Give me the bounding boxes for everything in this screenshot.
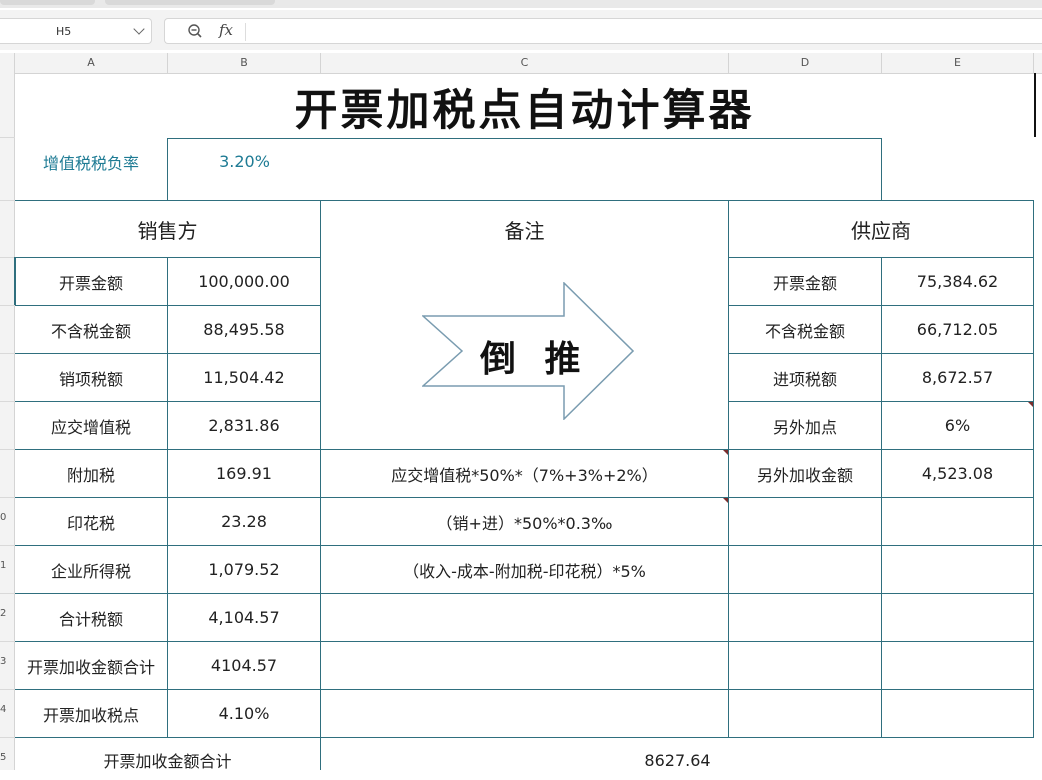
row-header[interactable]: 4 <box>0 704 15 715</box>
row-header[interactable]: 0 <box>0 512 15 523</box>
grid-line <box>881 138 882 200</box>
row-divider <box>0 497 15 498</box>
seller-label-stamp-duty[interactable]: 印花税 <box>15 498 167 545</box>
supplier-label-invoice-amount[interactable]: 开票金额 <box>729 258 881 305</box>
supplier-label-pretax-amount[interactable]: 不含税金额 <box>729 306 881 353</box>
seller-label-total-tax[interactable]: 合计税额 <box>15 594 167 641</box>
remarks-header[interactable]: 备注 <box>321 201 728 257</box>
column-header-b[interactable]: B <box>168 53 321 73</box>
seller-label-output-tax[interactable]: 销项税额 <box>15 354 167 401</box>
footer-total-value[interactable]: 8627.64 <box>321 740 1034 780</box>
seller-value-invoice-amount[interactable]: 100,000.00 <box>168 258 320 305</box>
column-header-a[interactable]: A <box>15 53 168 73</box>
column-header-row: A B C D E <box>0 53 1042 74</box>
tab-stub-1[interactable] <box>0 0 95 5</box>
supplier-value-invoice-amount[interactable]: 75,384.62 <box>882 258 1033 305</box>
column-header-d[interactable]: D <box>729 53 882 73</box>
seller-label-invoice-amount[interactable]: 开票金额 <box>15 258 167 305</box>
formula-separator <box>245 23 246 41</box>
supplier-value-input-tax[interactable]: 8,672.57 <box>882 354 1033 401</box>
supplier-label-extra-amount[interactable]: 另外加收金额 <box>729 450 881 497</box>
formula-bar: H5 fx <box>0 10 1042 50</box>
comment-indicator[interactable] <box>723 498 728 503</box>
seller-header[interactable]: 销售方 <box>15 201 320 257</box>
name-box[interactable]: H5 <box>0 18 152 44</box>
seller-value-surcharge[interactable]: 169.91 <box>168 450 320 497</box>
row-divider <box>0 137 15 138</box>
seller-value-stamp-duty[interactable]: 23.28 <box>168 498 320 545</box>
seller-value-extra-rate[interactable]: 4.10% <box>168 690 320 737</box>
seller-value-extra-total[interactable]: 4104.57 <box>168 642 320 689</box>
row-divider <box>0 449 15 450</box>
row-header[interactable]: 3 <box>0 656 15 667</box>
vat-burden-label[interactable]: 增值税税负率 <box>15 139 167 184</box>
supplier-value-pretax-amount[interactable]: 66,712.05 <box>882 306 1033 353</box>
chevron-down-icon[interactable] <box>133 23 145 35</box>
grid-line <box>15 737 1034 738</box>
zoom-icon[interactable] <box>187 23 203 39</box>
row-divider <box>0 545 15 546</box>
surcharge-formula-note[interactable]: 应交增值税*50%*（7%+3%+2%） <box>321 450 728 497</box>
row-header[interactable]: 1 <box>0 560 15 571</box>
row-header[interactable]: 2 <box>0 608 15 619</box>
seller-value-total-tax[interactable]: 4,104.57 <box>168 594 320 641</box>
formula-input[interactable]: fx <box>164 18 1042 44</box>
tab-stub-2[interactable] <box>105 0 275 5</box>
row-divider <box>0 689 15 690</box>
seller-label-vat-payable[interactable]: 应交增值税 <box>15 402 167 449</box>
reverse-calc-label: 倒 推 <box>480 339 589 380</box>
row-divider <box>0 641 15 642</box>
seller-label-extra-rate[interactable]: 开票加收税点 <box>15 690 167 737</box>
comment-indicator[interactable] <box>723 450 728 455</box>
grid-line <box>1033 200 1034 737</box>
comment-indicator[interactable] <box>1028 402 1033 407</box>
window-top-strip <box>0 0 1042 8</box>
row-header-column: 0 1 2 3 4 5 <box>0 73 15 770</box>
seller-value-output-tax[interactable]: 11,504.42 <box>168 354 320 401</box>
supplier-label-extra-points[interactable]: 另外加点 <box>729 402 881 449</box>
column-header-e[interactable]: E <box>882 53 1034 73</box>
corner-cell[interactable] <box>0 53 15 73</box>
cell-reference: H5 <box>56 25 72 38</box>
footer-total-label[interactable]: 开票加收金额合计 <box>15 740 320 780</box>
row-divider <box>0 353 15 354</box>
fx-icon[interactable]: fx <box>219 21 233 39</box>
seller-label-extra-total[interactable]: 开票加收金额合计 <box>15 642 167 689</box>
supplier-header[interactable]: 供应商 <box>729 201 1033 257</box>
row-divider <box>0 737 15 738</box>
stamp-duty-formula-note[interactable]: （销+进）*50%*0.3‰ <box>321 498 728 545</box>
seller-label-income-tax[interactable]: 企业所得税 <box>15 546 167 593</box>
supplier-value-extra-points[interactable]: 6% <box>882 402 1033 449</box>
column-header-c[interactable]: C <box>321 53 729 73</box>
seller-value-vat-payable[interactable]: 2,831.86 <box>168 402 320 449</box>
income-tax-formula-note[interactable]: （收入-成本-附加税-印花税）*5% <box>321 546 728 593</box>
supplier-value-extra-amount[interactable]: 4,523.08 <box>882 450 1033 497</box>
supplier-label-input-tax[interactable]: 进项税额 <box>729 354 881 401</box>
seller-value-income-tax[interactable]: 1,079.52 <box>168 546 320 593</box>
vat-burden-value[interactable]: 3.20% <box>168 139 321 184</box>
row-divider <box>0 593 15 594</box>
row-divider <box>0 401 15 402</box>
row-divider <box>0 257 15 258</box>
seller-label-pretax-amount[interactable]: 不含税金额 <box>15 306 167 353</box>
seller-label-surcharge[interactable]: 附加税 <box>15 450 167 497</box>
row-divider <box>0 200 15 201</box>
row-header[interactable]: 5 <box>0 752 15 763</box>
seller-value-pretax-amount[interactable]: 88,495.58 <box>168 306 320 353</box>
frozen-pane-divider[interactable] <box>1034 73 1036 137</box>
row-divider <box>0 305 15 306</box>
page-title: 开票加税点自动计算器 <box>294 86 755 136</box>
